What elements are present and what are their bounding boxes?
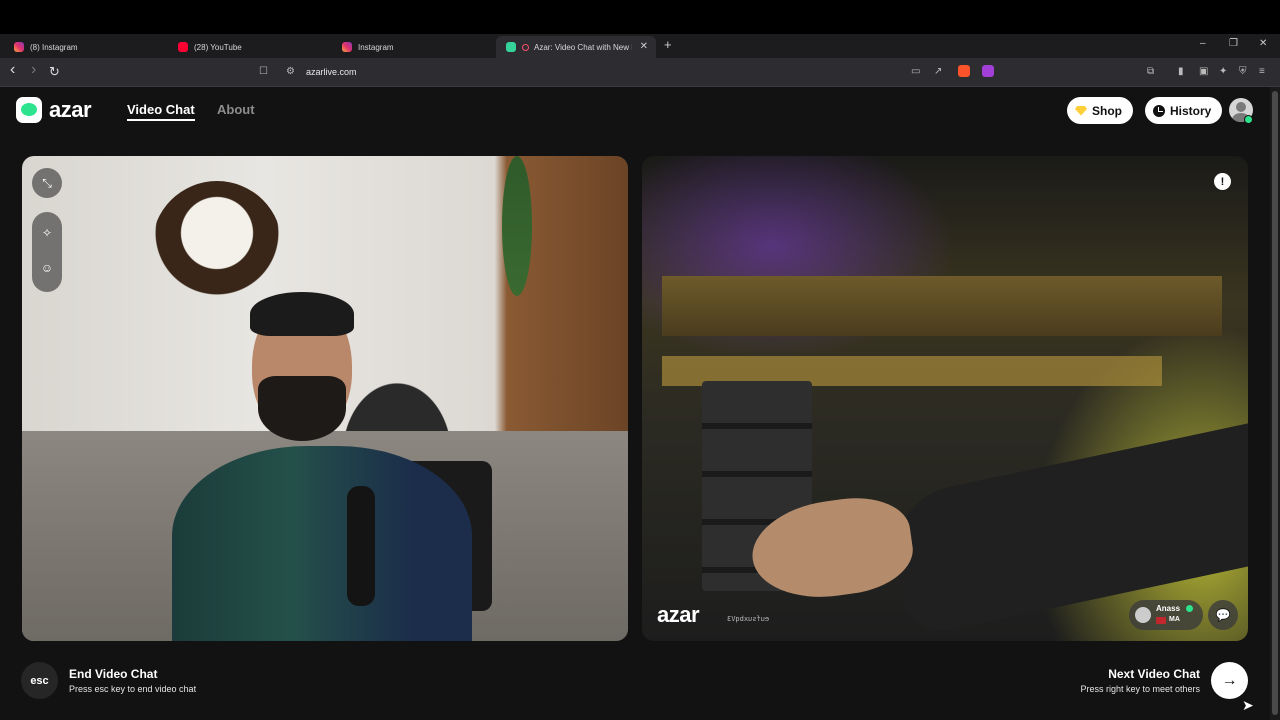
clock-icon (1153, 104, 1165, 117)
tab-title: (8) Instagram (30, 42, 78, 52)
logo-text: azar (49, 97, 92, 122)
next-chat-button[interactable]: → (1211, 662, 1248, 699)
morocco-flag-icon (1156, 617, 1166, 624)
azar-icon (506, 42, 516, 52)
online-status-dot (1244, 115, 1253, 124)
screen-top-bar (0, 0, 1280, 34)
reload-button[interactable]: ↻ (49, 64, 60, 80)
report-icon[interactable]: ! (1214, 173, 1231, 190)
azar-logo[interactable]: azar (16, 97, 92, 123)
tab-azar[interactable]: Azar: Video Chat with New Pe ✕ (496, 36, 656, 58)
bookmark-icon[interactable]: ☐ (259, 66, 268, 77)
next-chat-title: Next Video Chat (1108, 667, 1200, 681)
tab-instagram-1[interactable]: (8) Instagram (4, 36, 164, 58)
youtube-icon (178, 42, 188, 52)
video-scene (250, 292, 354, 336)
instagram-icon (342, 42, 352, 52)
brave-rewards-icon[interactable] (982, 65, 994, 77)
restore-button[interactable]: ❐ (1229, 38, 1238, 49)
azar-watermark: azar (657, 602, 700, 627)
video-scene (502, 156, 532, 296)
wallet-icon[interactable]: ▣ (1199, 66, 1208, 77)
local-user-figure (172, 292, 492, 641)
nav-about[interactable]: About (217, 102, 255, 117)
share-icon[interactable]: ↗ (934, 66, 942, 77)
face-filter-icon[interactable]: ☺ (32, 261, 62, 275)
effects-toolbar: ✧ ☺ (32, 212, 62, 292)
video-scene (172, 446, 472, 641)
cast-icon[interactable]: ▭ (911, 66, 920, 77)
brave-shields-icon[interactable] (958, 65, 970, 77)
history-button[interactable]: History (1145, 97, 1223, 124)
tab-title: Azar: Video Chat with New Pe (534, 42, 632, 52)
close-tab-icon[interactable]: ✕ (640, 41, 648, 52)
nav-video-chat[interactable]: Video Chat (127, 102, 195, 121)
minimize-video-icon[interactable]: ⤡ (32, 168, 62, 198)
partner-info-chip[interactable]: Anass MA (1129, 600, 1203, 630)
forward-button[interactable]: › (31, 61, 36, 79)
end-chat-title: End Video Chat (69, 667, 158, 681)
partner-country: MA (1169, 616, 1180, 623)
close-window-button[interactable]: ✕ (1259, 38, 1267, 49)
end-chat-hint: Press esc key to end video chat (69, 684, 197, 694)
sidebar-icon[interactable]: ▮ (1178, 66, 1184, 77)
azar-page: azar Video Chat About Shop History ⤡ ✧ ☺ (0, 87, 1270, 720)
chat-bubble-icon[interactable]: 💬 (1208, 600, 1238, 630)
remote-video: ! azar eufsuxbqV3 Anass MA 💬 (642, 156, 1248, 641)
video-scene (152, 181, 282, 311)
vpn-icon[interactable]: ⛨ (1239, 66, 1247, 77)
tab-instagram-2[interactable]: Instagram (332, 36, 492, 58)
azar-logo-icon (16, 97, 42, 123)
leo-ai-icon[interactable]: ✦ (1219, 66, 1227, 77)
next-chat-hint: Press right key to meet others (1080, 684, 1200, 694)
partner-avatar (1135, 607, 1151, 623)
gem-icon (1075, 105, 1087, 116)
page-scrollbar[interactable] (1270, 87, 1280, 720)
menu-icon[interactable]: ≡ (1259, 66, 1265, 77)
tab-youtube[interactable]: (28) YouTube (168, 36, 328, 58)
video-scene (662, 276, 1222, 336)
browser-tab-strip: (8) Instagram (28) YouTube Instagram Aza… (0, 34, 1280, 58)
address-bar-row: ‹ › ↻ ☐ ⚙ azarlive.com ▭ ↗ ⧉ ▮ ▣ ✦ ⛨ ≡ (0, 58, 1280, 87)
url-field[interactable]: azarlive.com (306, 67, 357, 77)
history-label: History (1170, 103, 1212, 118)
partner-status-dot (1186, 605, 1193, 612)
shop-label: Shop (1092, 103, 1122, 118)
watermark-id: eufsuxbqV3 (727, 615, 770, 623)
video-scene (347, 486, 375, 606)
magic-wand-icon[interactable]: ✧ (32, 226, 62, 240)
tab-title: Instagram (358, 42, 394, 52)
site-settings-icon[interactable]: ⚙ (286, 66, 295, 77)
back-button[interactable]: ‹ (10, 61, 15, 79)
end-chat-button[interactable]: esc (21, 662, 58, 699)
minimize-button[interactable]: – (1200, 38, 1206, 49)
shop-button[interactable]: Shop (1067, 97, 1133, 124)
scrollbar-thumb[interactable] (1272, 91, 1278, 715)
extensions-icon[interactable]: ⧉ (1147, 66, 1154, 77)
new-tab-button[interactable]: + (664, 37, 672, 52)
local-video: ⤡ ✧ ☺ (22, 156, 628, 641)
mouse-cursor-icon: ➤ (1242, 697, 1254, 713)
tab-title: (28) YouTube (194, 42, 242, 52)
recording-icon (522, 43, 529, 51)
partner-name: Anass (1156, 604, 1181, 613)
video-scene (258, 376, 346, 441)
instagram-icon (14, 42, 24, 52)
